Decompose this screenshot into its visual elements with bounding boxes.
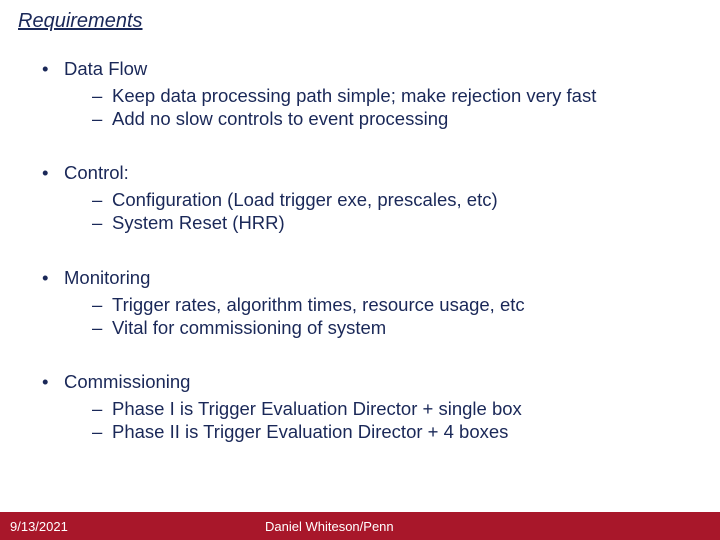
- dash-icon: –: [92, 420, 112, 443]
- sub-item: –Keep data processing path simple; make …: [92, 84, 680, 107]
- sub-item: –Vital for commissioning of system: [92, 316, 680, 339]
- footer-date: 9/13/2021: [10, 519, 68, 534]
- sub-item: –Phase I is Trigger Evaluation Director …: [92, 397, 680, 420]
- sub-text: System Reset (HRR): [112, 212, 285, 233]
- section-head-text: Data Flow: [64, 58, 147, 79]
- sub-text: Trigger rates, algorithm times, resource…: [112, 294, 525, 315]
- section-head: •Data Flow: [42, 58, 680, 80]
- sub-text: Configuration (Load trigger exe, prescal…: [112, 189, 498, 210]
- sub-item: –Phase II is Trigger Evaluation Director…: [92, 420, 680, 443]
- section-head-text: Commissioning: [64, 371, 190, 392]
- section-control: •Control: –Configuration (Load trigger e…: [42, 162, 680, 234]
- footer-bar: 9/13/2021 Daniel Whiteson/Penn: [0, 512, 720, 540]
- slide-title: Requirements: [18, 10, 143, 33]
- sub-text: Keep data processing path simple; make r…: [112, 85, 596, 106]
- sub-list: –Trigger rates, algorithm times, resourc…: [92, 293, 680, 339]
- sub-text: Phase I is Trigger Evaluation Director +…: [112, 398, 522, 419]
- section-monitoring: •Monitoring –Trigger rates, algorithm ti…: [42, 267, 680, 339]
- slide: Requirements •Data Flow –Keep data proce…: [0, 0, 720, 540]
- sub-text: Add no slow controls to event processing: [112, 108, 448, 129]
- section-head: •Control:: [42, 162, 680, 184]
- section-head: •Commissioning: [42, 371, 680, 393]
- bullet-icon: •: [42, 371, 64, 393]
- dash-icon: –: [92, 316, 112, 339]
- sub-item: –Add no slow controls to event processin…: [92, 107, 680, 130]
- sub-item: –Trigger rates, algorithm times, resourc…: [92, 293, 680, 316]
- slide-content: •Data Flow –Keep data processing path si…: [42, 58, 680, 475]
- sub-text: Vital for commissioning of system: [112, 317, 386, 338]
- bullet-icon: •: [42, 162, 64, 184]
- sub-list: –Keep data processing path simple; make …: [92, 84, 680, 130]
- dash-icon: –: [92, 293, 112, 316]
- section-head: •Monitoring: [42, 267, 680, 289]
- sub-text: Phase II is Trigger Evaluation Director …: [112, 421, 508, 442]
- footer-author: Daniel Whiteson/Penn: [265, 519, 394, 534]
- sub-item: –Configuration (Load trigger exe, presca…: [92, 188, 680, 211]
- bullet-icon: •: [42, 267, 64, 289]
- dash-icon: –: [92, 211, 112, 234]
- sub-list: –Configuration (Load trigger exe, presca…: [92, 188, 680, 234]
- dash-icon: –: [92, 107, 112, 130]
- section-data-flow: •Data Flow –Keep data processing path si…: [42, 58, 680, 130]
- bullet-icon: •: [42, 58, 64, 80]
- section-commissioning: •Commissioning –Phase I is Trigger Evalu…: [42, 371, 680, 443]
- sub-list: –Phase I is Trigger Evaluation Director …: [92, 397, 680, 443]
- section-head-text: Control:: [64, 162, 129, 183]
- dash-icon: –: [92, 84, 112, 107]
- dash-icon: –: [92, 188, 112, 211]
- sub-item: –System Reset (HRR): [92, 211, 680, 234]
- dash-icon: –: [92, 397, 112, 420]
- section-head-text: Monitoring: [64, 267, 150, 288]
